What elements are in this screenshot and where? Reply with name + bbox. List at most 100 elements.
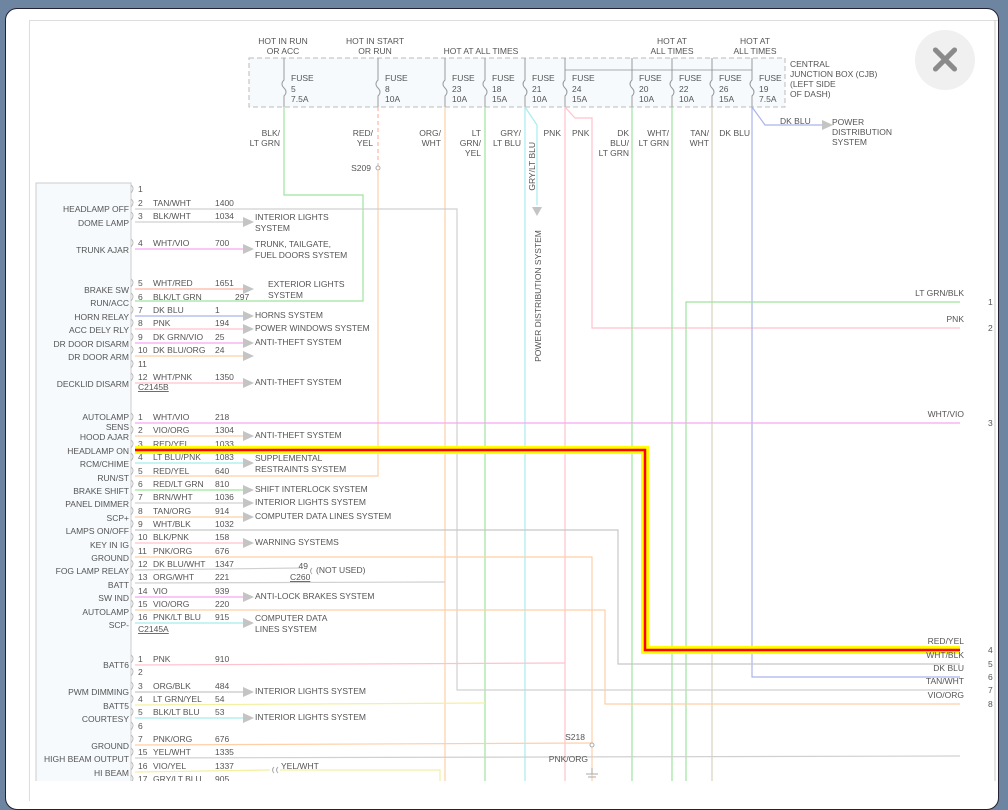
fuse-label: FUSE — [679, 73, 702, 83]
destination-label: POWER DISTRIBUTION SYSTEM — [533, 230, 543, 362]
module-pin-label: RUN/ST — [97, 473, 129, 483]
pin-wire-color: BLK/WHT — [153, 211, 191, 221]
module-pin-label: KEY IN IG — [90, 540, 129, 550]
pin-number: 14 — [138, 586, 148, 596]
destination-label: SUPPLEMENTAL — [255, 453, 323, 463]
right-pin-wire-color: DK BLU — [933, 663, 964, 673]
right-pin-number: 3 — [988, 418, 993, 428]
circuit-number: 915 — [215, 612, 229, 622]
circuit-number: 1304 — [215, 425, 234, 435]
junction-box-label: OF DASH) — [790, 89, 831, 99]
pin-number: 16 — [138, 612, 148, 622]
wiring-diagram: FUSE57.5AFUSE810AFUSE2310AFUSE1815AFUSE2… — [35, 20, 996, 781]
fuse-label: FUSE — [639, 73, 662, 83]
pin-number: 4 — [138, 238, 143, 248]
right-pin-wire-color: RED/YEL — [928, 636, 965, 646]
fuse-number: 21 — [532, 84, 542, 94]
fuse-rating: 10A — [385, 94, 400, 104]
right-pin-number: 1 — [988, 297, 993, 307]
wire-color-label: LT GRN — [250, 138, 280, 148]
fuse-label: FUSE — [759, 73, 782, 83]
pin-wire-color: VIO — [153, 586, 168, 596]
fuse-number: 22 — [679, 84, 689, 94]
destination-label: ANTI-THEFT SYSTEM — [255, 377, 342, 387]
close-button[interactable] — [915, 30, 975, 90]
wire-color-label: YEL/WHT — [281, 761, 319, 771]
circuit-number: 1083 — [215, 452, 234, 462]
arrow-icon — [243, 687, 254, 697]
pin-number: 11 — [138, 546, 147, 556]
arrow-icon — [243, 324, 254, 334]
destination-label: COMPUTER DATA — [255, 613, 328, 623]
fuse-label: FUSE — [532, 73, 555, 83]
circuit-number: 1335 — [215, 747, 234, 757]
fuse-rating: 15A — [719, 94, 734, 104]
destination-label: ANTI-THEFT SYSTEM — [255, 430, 342, 440]
pin-wire-color: DK BLU/ORG — [153, 345, 205, 355]
module-pin-label: LAMPS ON/OFF — [66, 526, 129, 536]
junction-box-label: JUNCTION BOX (CJB) — [790, 69, 878, 79]
destination-label: SYSTEM — [255, 223, 290, 233]
pin-wire-color: RED/YEL — [153, 466, 190, 476]
pin-number: 12 — [138, 559, 148, 569]
right-pin-number: 6 — [988, 672, 993, 682]
wire-color-label: ORG/ — [419, 128, 441, 138]
circuit-number: 1350 — [215, 372, 234, 382]
pin-number: 8 — [138, 318, 143, 328]
destination-label: INTERIOR LIGHTS — [255, 212, 329, 222]
circuit-number: 220 — [215, 599, 229, 609]
circuit-number: 49 — [299, 561, 309, 571]
not-used-label: (NOT USED) — [316, 565, 366, 575]
wire-yel-wht — [134, 755, 961, 759]
inline-connector-icon — [272, 766, 279, 774]
wire-color-label: BLK/ — [262, 128, 281, 138]
pin-number: 5 — [138, 466, 143, 476]
pin-number: 15 — [138, 747, 148, 757]
module-pin-label: AUTOLAMP — [82, 412, 129, 422]
pin-number: 6 — [138, 479, 143, 489]
module-pin-label: SW IND — [98, 593, 129, 603]
right-pin-wire-color: WHT/BLK — [926, 650, 964, 660]
circuit-number: 1 — [215, 305, 220, 315]
pin-wire-color: DK GRN/VIO — [153, 332, 203, 342]
wire-color-label: WHT/ — [647, 128, 669, 138]
power-source-label: OR ACC — [267, 46, 300, 56]
right-pin-number: 7 — [988, 685, 993, 695]
wire-pnk-org — [134, 742, 593, 746]
fuse-number: 8 — [385, 84, 390, 94]
right-pin-number: 4 — [988, 645, 993, 655]
destination-label: DISTRIBUTION — [832, 127, 892, 137]
pin-wire-color: PNK — [153, 318, 171, 328]
fuse-rating: 10A — [679, 94, 694, 104]
circuit-number: 24 — [215, 345, 225, 355]
module-pin-label: PWM DIMMING — [68, 687, 129, 697]
wire-color-label: PNK — [572, 128, 590, 138]
pin-number: 3 — [138, 681, 143, 691]
arrow-icon — [243, 244, 254, 254]
fuse-number: 24 — [572, 84, 582, 94]
fuse-rating: 10A — [639, 94, 654, 104]
wire-color-label: RED/ — [353, 128, 374, 138]
pin-wire-color: WHT/PNK — [153, 372, 193, 382]
wire-dk-blu — [751, 107, 960, 678]
destination-label: POWER — [832, 117, 864, 127]
arrow-icon — [243, 713, 254, 723]
pin-wire-color: DK BLU — [153, 305, 184, 315]
pin-wire-color: DK BLU/WHT — [153, 559, 205, 569]
wire-pnk — [134, 662, 566, 666]
right-pin-wire-color: PNK — [947, 314, 965, 324]
pin-number: 7 — [138, 492, 143, 502]
arrow-icon — [243, 378, 254, 388]
fuse-label: FUSE — [719, 73, 742, 83]
pin-number: 3 — [138, 211, 143, 221]
pin-wire-color: VIO/ORG — [153, 599, 189, 609]
pin-wire-color: GRY/LT BLU — [153, 774, 202, 781]
power-source-label: HOT IN START — [346, 36, 404, 46]
wire-color-label: DK BLU — [780, 116, 811, 126]
power-source-label: OR RUN — [358, 46, 392, 56]
wire-color-label: GRY/LT BLU — [527, 142, 537, 191]
pin-wire-color: PNK — [153, 654, 171, 664]
circuit-number: 905 — [215, 774, 229, 781]
wire-color-label: LT GRN — [639, 138, 669, 148]
power-source-label: HOT IN RUN — [258, 36, 307, 46]
